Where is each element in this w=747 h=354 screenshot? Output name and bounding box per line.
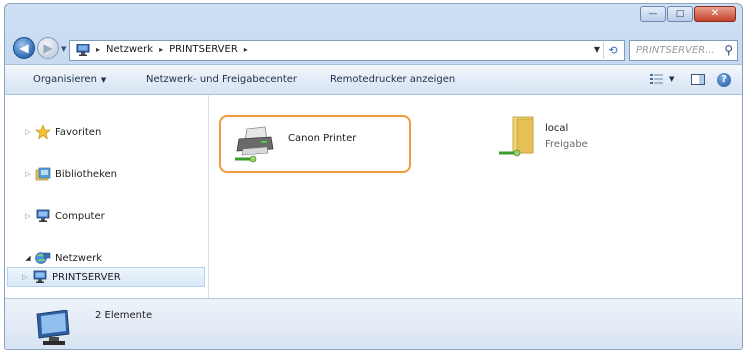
refresh-button[interactable]: ⟲ <box>603 42 622 59</box>
forward-arrow-icon: ▶ <box>43 41 53 55</box>
collapse-arrow-icon[interactable]: ◢ <box>23 254 33 262</box>
nav-item-computer[interactable]: ▷ Computer <box>5 206 207 226</box>
library-icon <box>35 167 51 181</box>
nav-item-label: Bibliotheken <box>55 168 117 180</box>
computer-icon <box>36 209 50 222</box>
item-count: 2 Elemente <box>95 310 153 321</box>
expand-arrow-icon[interactable]: ▷ <box>20 273 30 281</box>
network-sharing-center-button[interactable]: Netzwerk- und Freigabecenter <box>146 74 297 85</box>
organize-button[interactable]: Organisieren ▼ <box>33 74 106 85</box>
caption-buttons: — □ ✕ <box>640 6 736 22</box>
view-options-dropdown-icon[interactable]: ▼ <box>669 75 674 83</box>
breadcrumb-printserver[interactable]: PRINTSERVER <box>169 44 238 55</box>
explorer-window: — □ ✕ ◀ ▶ ▼ ▸ Netzwerk ▸ PRINTSERVER ▸ ▼… <box>4 3 743 350</box>
close-icon: ✕ <box>710 8 720 19</box>
preview-pane-icon[interactable] <box>691 74 705 85</box>
back-arrow-icon: ◀ <box>19 41 29 55</box>
forward-button[interactable]: ▶ <box>37 37 59 59</box>
search-input[interactable]: PRINTSERVER... ⚲ <box>629 40 738 61</box>
nav-item-label: Favoriten <box>55 126 102 138</box>
minimize-button[interactable]: — <box>640 6 666 22</box>
expand-arrow-icon[interactable]: ▷ <box>23 212 33 220</box>
maximize-icon: □ <box>675 8 685 19</box>
maximize-button[interactable]: □ <box>667 6 693 22</box>
expand-arrow-icon[interactable]: ▷ <box>23 170 33 178</box>
network-computer-icon <box>33 270 47 283</box>
nav-item-network[interactable]: ◢ Netzwerk <box>5 248 207 268</box>
star-icon <box>35 125 51 139</box>
nav-item-label: PRINTSERVER <box>52 271 121 283</box>
breadcrumb-netzwerk[interactable]: Netzwerk <box>106 44 153 55</box>
search-icon[interactable]: ⚲ <box>724 43 733 57</box>
change-view-icon[interactable] <box>650 73 664 86</box>
item-name: local <box>545 123 569 134</box>
address-dropdown-icon[interactable]: ▼ <box>594 45 600 54</box>
details-pane: 2 Elemente <box>5 298 742 349</box>
item-type: Freigabe <box>545 139 588 150</box>
recent-pages-dropdown[interactable]: ▼ <box>61 45 66 53</box>
organize-label: Organisieren <box>33 74 97 85</box>
network-computer-icon <box>36 310 70 345</box>
close-button[interactable]: ✕ <box>694 6 736 22</box>
command-bar: Organisieren ▼ Netzwerk- und Freigabecent… <box>5 64 742 95</box>
expand-arrow-icon[interactable]: ▷ <box>23 128 33 136</box>
nav-item-printserver[interactable]: ▷ PRINTSERVER <box>7 267 205 287</box>
shared-printer-item[interactable]: Canon Printer <box>219 115 411 173</box>
chevron-down-icon: ▼ <box>100 76 107 84</box>
content-pane: Canon Printer local Freigabe <box>209 95 742 298</box>
search-placeholder: PRINTSERVER... <box>636 45 715 56</box>
nav-item-libraries[interactable]: ▷ Bibliotheken <box>5 164 207 184</box>
back-button[interactable]: ◀ <box>13 37 35 59</box>
nav-item-label: Computer <box>55 210 105 222</box>
network-printer-icon <box>235 126 274 163</box>
minimize-icon: — <box>648 8 658 19</box>
address-bar[interactable]: ▸ Netzwerk ▸ PRINTSERVER ▸ ▼ ⟲ <box>69 40 625 61</box>
help-icon[interactable]: ? <box>717 73 731 87</box>
shared-folder-icon <box>499 116 534 157</box>
breadcrumb-separator-icon[interactable]: ▸ <box>96 45 100 54</box>
navigation-pane: ▷ Favoriten ▷ Bibliotheken ▷ Computer ◢ … <box>5 95 209 298</box>
shared-folder-item[interactable]: local Freigabe <box>499 115 699 173</box>
show-remote-printers-button[interactable]: Remotedrucker anzeigen <box>330 74 455 85</box>
nav-item-label: Netzwerk <box>55 252 103 264</box>
navigation-bar: ◀ ▶ ▼ ▸ Netzwerk ▸ PRINTSERVER ▸ ▼ ⟲ PRI… <box>5 34 742 62</box>
nav-item-favorites[interactable]: ▷ Favoriten <box>5 122 207 142</box>
breadcrumb-separator-icon[interactable]: ▸ <box>159 45 163 54</box>
network-icon <box>35 252 51 264</box>
breadcrumb-separator-icon[interactable]: ▸ <box>244 45 248 54</box>
item-name: Canon Printer <box>288 133 357 144</box>
network-computer-icon <box>76 44 90 56</box>
